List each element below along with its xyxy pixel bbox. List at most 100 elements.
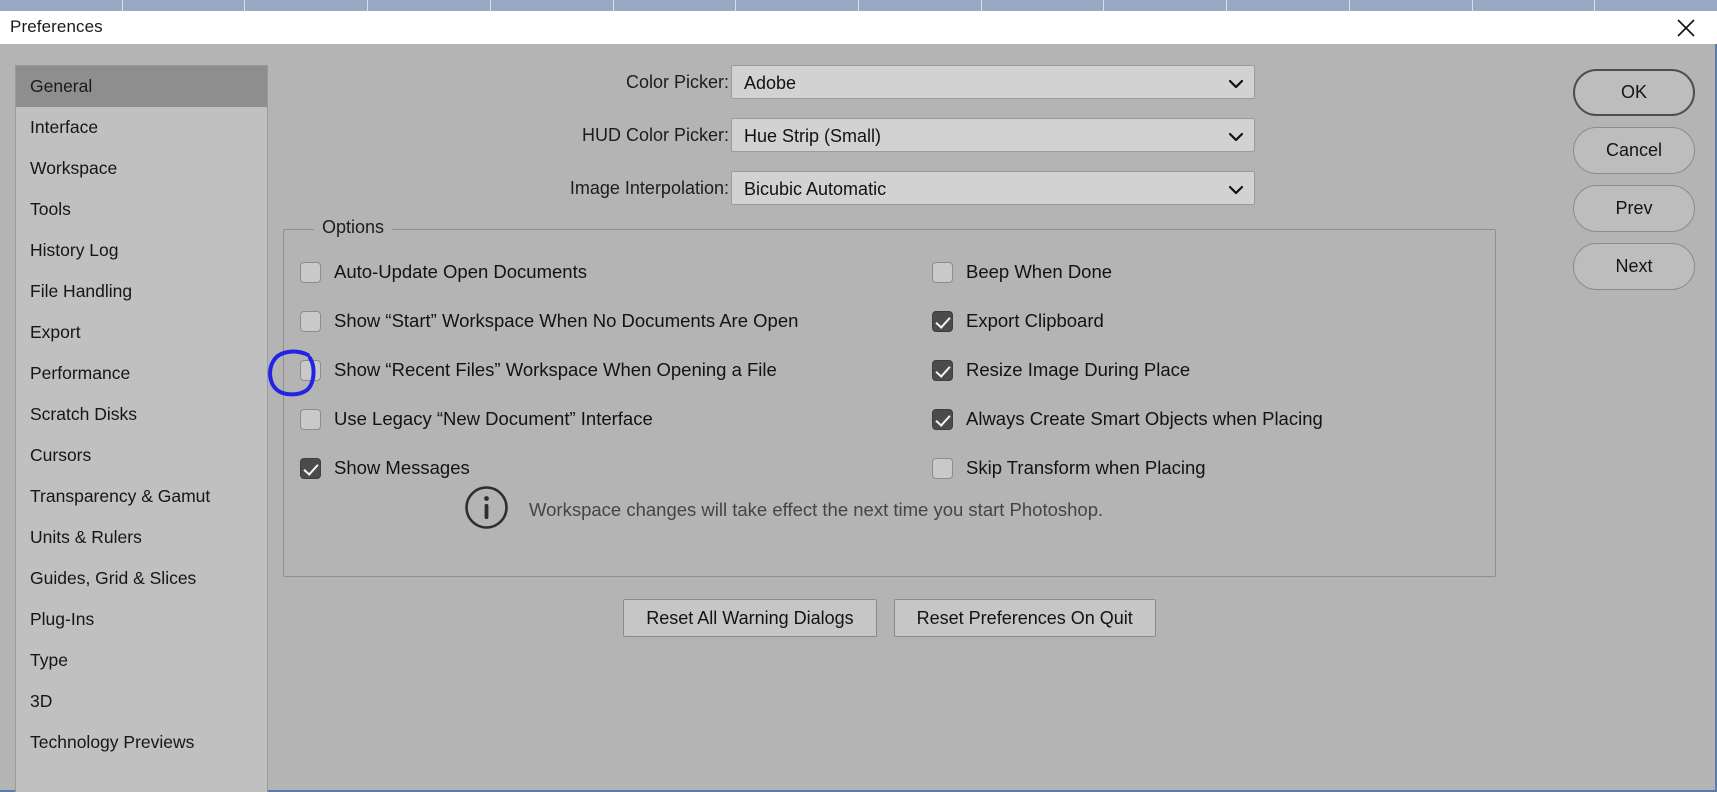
sidebar-item-label: Performance bbox=[30, 363, 131, 383]
export-clipboard-checkbox[interactable] bbox=[932, 310, 953, 332]
use-legacy-new-document-interface-checkbox-row[interactable]: Use Legacy “New Document” Interface bbox=[300, 408, 653, 430]
background-tab bbox=[490, 0, 614, 11]
sidebar-item-cursors[interactable]: Cursors bbox=[16, 435, 267, 476]
skip-transform-when-placing-checkbox-row[interactable]: Skip Transform when Placing bbox=[932, 457, 1206, 479]
auto-update-open-documents-checkbox-row[interactable]: Auto-Update Open Documents bbox=[300, 261, 587, 283]
background-tab bbox=[1227, 0, 1350, 11]
sidebar-item-interface[interactable]: Interface bbox=[16, 107, 267, 148]
resize-image-during-place-checkbox-row[interactable]: Resize Image During Place bbox=[932, 359, 1190, 381]
options-groupbox-legend: Options bbox=[314, 217, 393, 238]
skip-transform-when-placing-checkbox[interactable] bbox=[932, 457, 953, 479]
ok-button[interactable]: OK bbox=[1573, 69, 1695, 116]
sidebar-item-performance[interactable]: Performance bbox=[16, 353, 267, 394]
reset-preferences-on-quit-button[interactable]: Reset Preferences On Quit bbox=[893, 599, 1156, 637]
show-recent-files-workspace-when-opening-a-file-label: Show “Recent Files” Workspace When Openi… bbox=[334, 359, 777, 380]
dialog-action-buttons: OK Cancel Prev Next bbox=[1573, 69, 1695, 301]
show-messages-checkbox[interactable] bbox=[300, 457, 321, 479]
sidebar-item-export[interactable]: Export bbox=[16, 312, 267, 353]
background-tab bbox=[859, 0, 982, 11]
show-recent-files-workspace-when-opening-a-file-checkbox-row[interactable]: Show “Recent Files” Workspace When Openi… bbox=[300, 359, 777, 381]
sidebar-item-3d[interactable]: 3D bbox=[16, 681, 267, 722]
sidebar-item-plug-ins[interactable]: Plug-Ins bbox=[16, 599, 267, 640]
preferences-dialog-body: General Interface Workspace Tools History Lo… bbox=[0, 44, 1717, 792]
background-tab bbox=[368, 0, 491, 11]
sidebar-item-scratch-disks[interactable]: Scratch Disks bbox=[16, 394, 267, 435]
options-groupbox: Options Auto-Update Open Documents Show “… bbox=[283, 217, 1496, 577]
sidebar-item-general[interactable]: General bbox=[16, 66, 267, 107]
close-icon[interactable] bbox=[1655, 11, 1717, 44]
use-legacy-new-document-interface-label: Use Legacy “New Document” Interface bbox=[334, 408, 653, 429]
color-picker-row: Color Picker: Adobe bbox=[283, 65, 1513, 99]
auto-update-open-documents-checkbox[interactable] bbox=[300, 261, 321, 283]
color-picker-label: Color Picker: bbox=[625, 72, 729, 92]
sidebar-item-file-handling[interactable]: File Handling bbox=[16, 271, 267, 312]
sidebar-item-label: 3D bbox=[30, 691, 53, 711]
always-create-smart-objects-when-placing-checkbox-row[interactable]: Always Create Smart Objects when Placing bbox=[932, 408, 1323, 430]
next-button[interactable]: Next bbox=[1573, 243, 1695, 290]
sidebar-item-label: Export bbox=[30, 322, 81, 342]
sidebar-item-label: Transparency & Gamut bbox=[30, 486, 211, 506]
always-create-smart-objects-when-placing-checkbox[interactable] bbox=[932, 408, 953, 430]
image-interpolation-select[interactable]: Bicubic Automatic bbox=[731, 171, 1255, 205]
background-tab bbox=[245, 0, 369, 11]
image-interpolation-value: Bicubic Automatic bbox=[744, 179, 887, 199]
button-label: OK bbox=[1620, 82, 1647, 102]
show-start-workspace-when-no-documents-are-open-checkbox-row[interactable]: Show “Start” Workspace When No Documents… bbox=[300, 310, 798, 332]
show-start-workspace-when-no-documents-are-open-checkbox[interactable] bbox=[300, 310, 321, 332]
show-recent-files-workspace-when-opening-a-file-checkbox[interactable] bbox=[300, 359, 321, 381]
info-circle-icon bbox=[464, 485, 509, 535]
sidebar-item-label: Type bbox=[30, 650, 68, 670]
background-tab bbox=[736, 0, 860, 11]
reset-all-warning-dialogs-button[interactable]: Reset All Warning Dialogs bbox=[623, 599, 877, 637]
hud-color-picker-label: HUD Color Picker: bbox=[581, 125, 729, 145]
skip-transform-when-placing-label: Skip Transform when Placing bbox=[966, 457, 1206, 478]
auto-update-open-documents-label: Auto-Update Open Documents bbox=[334, 261, 587, 282]
beep-when-done-checkbox-row[interactable]: Beep When Done bbox=[932, 261, 1112, 283]
dialog-title: Preferences bbox=[10, 17, 103, 36]
sidebar-item-history-log[interactable]: History Log bbox=[16, 230, 267, 271]
background-tab bbox=[1349, 0, 1473, 11]
background-tab bbox=[613, 0, 737, 11]
image-interpolation-label: Image Interpolation: bbox=[569, 178, 729, 198]
sidebar-item-guides-grid-slices[interactable]: Guides, Grid & Slices bbox=[16, 558, 267, 599]
dialog-titlebar: Preferences bbox=[0, 11, 1717, 44]
chevron-down-icon bbox=[1228, 77, 1244, 95]
use-legacy-new-document-interface-checkbox[interactable] bbox=[300, 408, 321, 430]
background-window-tabstrip bbox=[0, 0, 1717, 11]
sidebar-item-workspace[interactable]: Workspace bbox=[16, 148, 267, 189]
background-tab bbox=[1104, 0, 1228, 11]
background-tab bbox=[1472, 0, 1596, 11]
button-label: Reset Preferences On Quit bbox=[916, 607, 1133, 628]
hud-color-picker-value: Hue Strip (Small) bbox=[744, 126, 882, 146]
button-label: Reset All Warning Dialogs bbox=[646, 607, 854, 628]
beep-when-done-label: Beep When Done bbox=[966, 261, 1113, 282]
resize-image-during-place-checkbox[interactable] bbox=[932, 359, 953, 381]
preferences-category-list[interactable]: General Interface Workspace Tools History Lo… bbox=[15, 65, 268, 792]
prev-button[interactable]: Prev bbox=[1573, 185, 1695, 232]
sidebar-item-technology-previews[interactable]: Technology Previews bbox=[16, 722, 267, 763]
export-clipboard-checkbox-row[interactable]: Export Clipboard bbox=[932, 310, 1104, 332]
show-messages-checkbox-row[interactable]: Show Messages bbox=[300, 457, 470, 479]
sidebar-item-label: Interface bbox=[30, 117, 99, 137]
sidebar-item-transparency-gamut[interactable]: Transparency & Gamut bbox=[16, 476, 267, 517]
chevron-down-icon bbox=[1228, 183, 1244, 201]
reset-buttons-row: Reset All Warning Dialogs Reset Preferenc… bbox=[283, 599, 1496, 637]
chevron-down-icon bbox=[1228, 130, 1244, 148]
color-picker-select[interactable]: Adobe bbox=[731, 65, 1255, 99]
sidebar-item-label: Guides, Grid & Slices bbox=[30, 568, 197, 588]
cancel-button[interactable]: Cancel bbox=[1573, 127, 1695, 174]
image-interpolation-row: Image Interpolation: Bicubic Automatic bbox=[283, 171, 1513, 205]
sidebar-item-label: History Log bbox=[30, 240, 119, 260]
sidebar-item-type[interactable]: Type bbox=[16, 640, 267, 681]
button-label: Cancel bbox=[1605, 140, 1663, 160]
sidebar-item-units-rulers[interactable]: Units & Rulers bbox=[16, 517, 267, 558]
background-tab bbox=[0, 0, 123, 11]
sidebar-item-label: Tools bbox=[30, 199, 71, 219]
hud-color-picker-select[interactable]: Hue Strip (Small) bbox=[731, 118, 1255, 152]
color-picker-value: Adobe bbox=[744, 73, 797, 93]
sidebar-item-tools[interactable]: Tools bbox=[16, 189, 267, 230]
sidebar-item-label: File Handling bbox=[30, 281, 133, 301]
workspace-restart-note-text: Workspace changes will take effect the n… bbox=[529, 499, 1104, 520]
beep-when-done-checkbox[interactable] bbox=[932, 261, 953, 283]
sidebar-item-label: General bbox=[30, 76, 93, 96]
